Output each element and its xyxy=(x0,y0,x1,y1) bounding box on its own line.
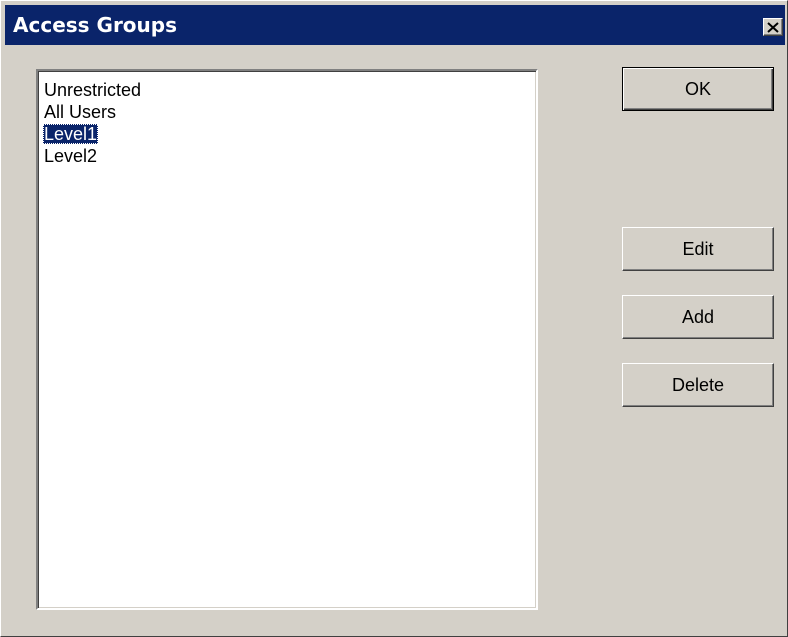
list-item-level1[interactable]: Level1 xyxy=(43,123,142,145)
edit-button[interactable]: Edit xyxy=(622,227,774,271)
ok-button[interactable]: OK xyxy=(622,67,774,111)
delete-button[interactable]: Delete xyxy=(622,363,774,407)
list-item-label: Level2 xyxy=(44,146,98,166)
close-icon xyxy=(767,21,779,33)
title-bar[interactable]: Access Groups xyxy=(5,5,785,45)
list-item-label: All Users xyxy=(44,102,117,122)
list-item-level2[interactable]: Level2 xyxy=(43,145,142,167)
list-item-unrestricted[interactable]: Unrestricted xyxy=(43,79,142,101)
list-items: Unrestricted All Users Level1 Level2 xyxy=(43,79,142,167)
add-button[interactable]: Add xyxy=(622,295,774,339)
dialog-title: Access Groups xyxy=(13,13,178,37)
close-button[interactable] xyxy=(763,18,783,36)
access-groups-dialog: Access Groups Unrestricted All Users Lev… xyxy=(0,0,788,637)
access-groups-listbox[interactable]: Unrestricted All Users Level1 Level2 xyxy=(36,69,538,610)
list-item-label: Unrestricted xyxy=(44,80,142,100)
list-item-all-users[interactable]: All Users xyxy=(43,101,142,123)
list-item-label: Level1 xyxy=(43,124,99,144)
